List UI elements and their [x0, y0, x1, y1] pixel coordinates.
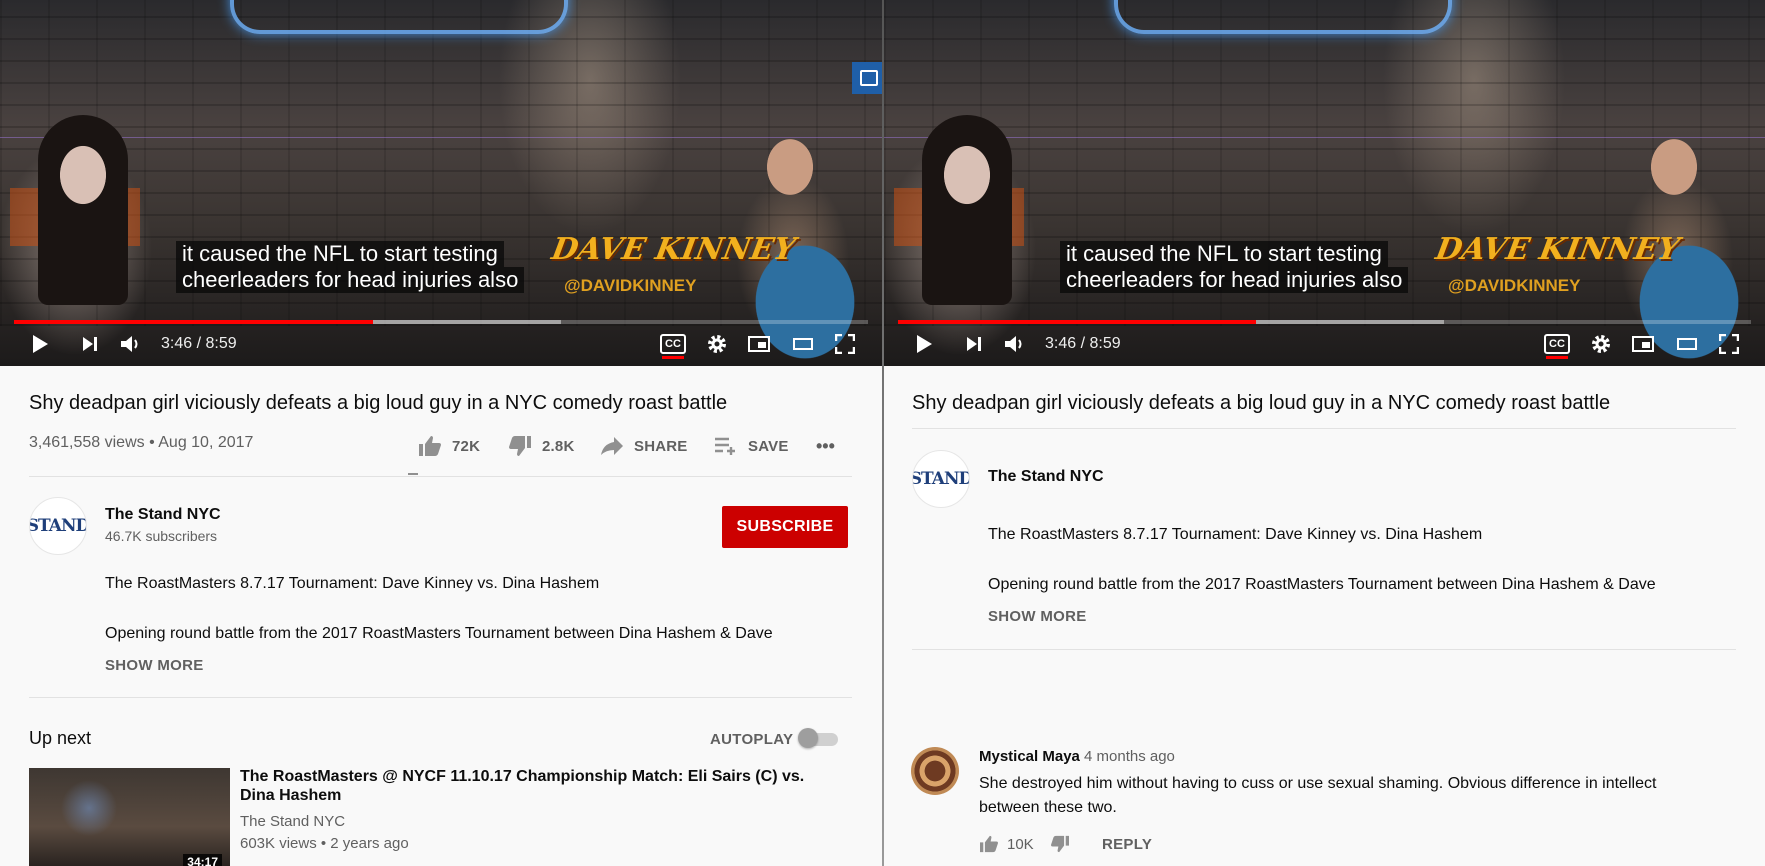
- recommended-title[interactable]: The RoastMasters @ NYCF 11.10.17 Champio…: [240, 767, 840, 805]
- divider-top: [912, 428, 1736, 429]
- next-icon[interactable]: [78, 330, 102, 358]
- comment-time[interactable]: 4 months ago: [1084, 748, 1175, 765]
- video-player[interactable]: DAVE KINNEY @DAVIDKINNEY it caused the N…: [884, 0, 1765, 366]
- share-icon: [601, 437, 623, 455]
- time-display: 3:46 / 8:59: [161, 335, 237, 352]
- cc-icon[interactable]: CC: [660, 330, 686, 359]
- subscriber-count: 46.7K subscribers: [105, 528, 218, 544]
- share-label: SHARE: [634, 437, 688, 455]
- video-player[interactable]: DAVE KINNEY @DAVIDKINNEY it caused the N…: [0, 0, 882, 366]
- thumbs-up-icon: [980, 835, 998, 853]
- caption-line-1: it caused the NFL to start testing: [1060, 241, 1388, 267]
- next-icon[interactable]: [962, 330, 986, 358]
- channel-name[interactable]: The Stand NYC: [105, 506, 221, 524]
- progress-bar[interactable]: [14, 320, 868, 324]
- cc-icon[interactable]: CC: [1544, 330, 1570, 359]
- theater-icon[interactable]: [790, 330, 816, 358]
- time-display: 3:46 / 8:59: [1045, 335, 1121, 352]
- dislike-button[interactable]: 2.8K: [508, 433, 575, 459]
- comedian-left: [38, 115, 128, 305]
- comment-actions: 10K: [979, 833, 1070, 855]
- video-duration: 34:17: [183, 854, 222, 866]
- playlist-add-icon: [715, 437, 735, 455]
- share-button[interactable]: SHARE: [600, 433, 688, 459]
- save-label: SAVE: [748, 437, 789, 455]
- play-icon[interactable]: [28, 330, 52, 358]
- right-pane: DAVE KINNEY @DAVIDKINNEY it caused the N…: [884, 0, 1765, 866]
- reply-button[interactable]: REPLY: [1102, 836, 1152, 853]
- player-controls: 3:46 / 8:59 CC: [0, 330, 882, 360]
- comment-text: She destroyed him without having to cuss…: [979, 775, 1657, 816]
- like-button[interactable]: 72K: [418, 433, 480, 459]
- left-pane: DAVE KINNEY @DAVIDKINNEY it caused the N…: [0, 0, 882, 866]
- played-bar: [898, 320, 1257, 324]
- progress-bar[interactable]: [898, 320, 1751, 324]
- overlay-handle: @DAVIDKINNEY: [1448, 276, 1581, 295]
- volume-icon[interactable]: [118, 330, 144, 358]
- autoplay-label: AUTOPLAY: [710, 731, 794, 748]
- comment-author[interactable]: Mystical Maya: [979, 748, 1080, 765]
- dislike-count: 2.8K: [542, 437, 575, 455]
- caption-line-1: it caused the NFL to start testing: [176, 241, 504, 267]
- caption-line-2: cheerleaders for head injuries also: [176, 267, 525, 293]
- channel-avatar[interactable]: STAND: [29, 497, 87, 555]
- video-title: Shy deadpan girl viciously defeats a big…: [912, 392, 1611, 414]
- fullscreen-icon[interactable]: [832, 330, 858, 358]
- divider-bottom: [912, 649, 1736, 650]
- more-actions-icon[interactable]: •••: [816, 433, 835, 459]
- neon-sign: [230, 0, 568, 34]
- miniplayer-icon[interactable]: [746, 330, 772, 358]
- subtitle-caption: it caused the NFL to start testing cheer…: [1060, 241, 1420, 293]
- save-button[interactable]: SAVE: [714, 433, 789, 459]
- overlay-handle: @DAVIDKINNEY: [564, 276, 697, 295]
- views-date: 3,461,558 views • Aug 10, 2017: [29, 434, 254, 451]
- thumbs-up-icon: [419, 436, 441, 456]
- divider-top: [29, 476, 852, 477]
- gear-icon[interactable]: [704, 330, 730, 358]
- subscribe-button[interactable]: SUBSCRIBE: [722, 506, 848, 548]
- recommended-channel[interactable]: The Stand NYC: [240, 813, 345, 830]
- gear-icon[interactable]: [1588, 330, 1614, 358]
- cast-icon[interactable]: [852, 62, 882, 94]
- thumbs-down-icon: [509, 436, 531, 456]
- thumbs-down-icon: [1050, 835, 1069, 853]
- comment-like-button[interactable]: 10K: [979, 835, 1034, 853]
- channel-name[interactable]: The Stand NYC: [988, 468, 1104, 486]
- played-bar: [14, 320, 373, 324]
- show-more-link[interactable]: SHOW MORE: [988, 608, 1087, 625]
- description-line-1: The RoastMasters 8.7.17 Tournament: Dave…: [988, 526, 1483, 543]
- neon-sign: [1114, 0, 1452, 34]
- overlay-name: DAVE KINNEY: [1432, 232, 1683, 267]
- recommended-thumbnail[interactable]: 34:17: [29, 768, 230, 866]
- divider-bottom: [29, 697, 852, 698]
- miniplayer-icon[interactable]: [1630, 330, 1656, 358]
- like-count: 72K: [452, 437, 481, 455]
- description-line-2: Opening round battle from the 2017 Roast…: [988, 576, 1656, 593]
- theater-icon[interactable]: [1674, 330, 1700, 358]
- autoplay-toggle[interactable]: [798, 728, 840, 748]
- caption-line-2: cheerleaders for head injuries also: [1060, 267, 1409, 293]
- play-icon[interactable]: [912, 330, 936, 358]
- comment-like-count: 10K: [1007, 835, 1034, 853]
- player-controls: 3:46 / 8:59 CC: [884, 330, 1765, 360]
- up-next-heading: Up next: [29, 728, 92, 748]
- comment-dislike-button[interactable]: [1050, 835, 1070, 853]
- sentiment-bar: [408, 473, 418, 475]
- channel-avatar[interactable]: STAND: [912, 450, 970, 508]
- description-line-1: The RoastMasters 8.7.17 Tournament: Dave…: [105, 575, 600, 592]
- commenter-avatar[interactable]: [911, 747, 959, 795]
- fullscreen-icon[interactable]: [1716, 330, 1742, 358]
- recommended-meta: 603K views • 2 years ago: [240, 835, 409, 852]
- subtitle-caption: it caused the NFL to start testing cheer…: [176, 241, 536, 293]
- video-title: Shy deadpan girl viciously defeats a big…: [29, 392, 728, 414]
- overlay-name: DAVE KINNEY: [548, 232, 799, 267]
- description-line-2: Opening round battle from the 2017 Roast…: [105, 625, 773, 642]
- volume-icon[interactable]: [1002, 330, 1028, 358]
- comedian-left: [922, 115, 1012, 305]
- show-more-link[interactable]: SHOW MORE: [105, 657, 204, 674]
